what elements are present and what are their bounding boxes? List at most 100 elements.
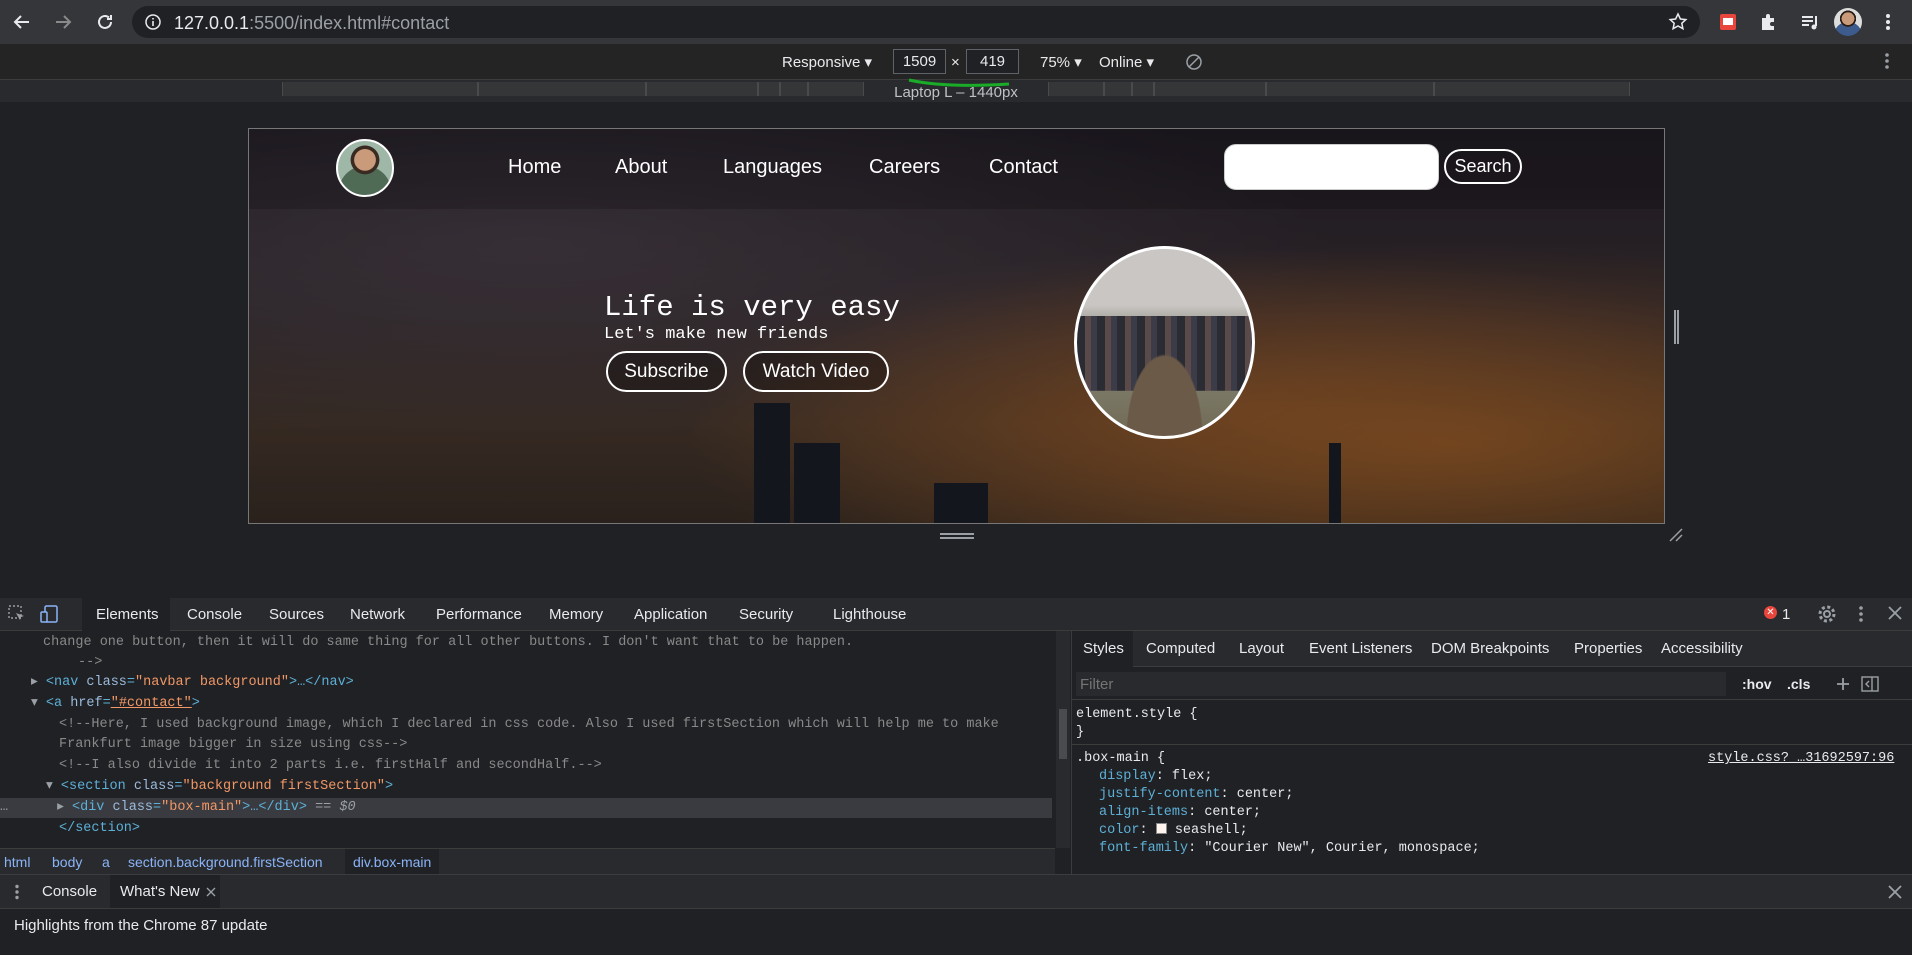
close-tab-icon[interactable] — [206, 884, 216, 902]
close-devtools-icon[interactable] — [1888, 606, 1902, 625]
tab-computed[interactable]: Computed — [1146, 640, 1215, 657]
tab-performance[interactable]: Performance — [436, 606, 522, 623]
reload-icon[interactable] — [91, 8, 119, 36]
chrome-menu-icon[interactable] — [1876, 10, 1900, 34]
viewport-height-handle[interactable] — [940, 533, 974, 539]
dom-comment-line: --> — [78, 655, 103, 670]
breadcrumb-a[interactable]: a — [102, 854, 110, 870]
subscribe-button[interactable]: Subscribe — [606, 351, 727, 392]
device-toolbar-menu-icon[interactable] — [1884, 52, 1890, 75]
dom-comment-line: <!--Here, I used background image, which… — [59, 717, 999, 732]
close-drawer-icon[interactable] — [1888, 885, 1902, 904]
error-icon[interactable]: ✕ — [1764, 606, 1777, 619]
dom-scrollbar[interactable] — [1056, 631, 1070, 848]
element-style-close: } — [1076, 725, 1085, 740]
new-style-rule-icon[interactable] — [1835, 676, 1851, 697]
rotate-icon[interactable] — [1185, 53, 1203, 76]
nav-careers[interactable]: Careers — [869, 156, 940, 179]
back-icon[interactable] — [8, 8, 36, 36]
styles-filter-bar: :hov .cls — [1072, 668, 1912, 700]
site-logo-avatar[interactable] — [336, 139, 394, 197]
devtools-tabbar: Elements Console Sources Network Perform… — [0, 598, 1912, 631]
dimension-separator: × — [951, 54, 960, 71]
tab-elements[interactable]: Elements — [96, 606, 159, 623]
info-icon[interactable] — [145, 14, 161, 35]
tab-event-listeners[interactable]: Event Listeners — [1309, 640, 1412, 657]
cls-toggle[interactable]: .cls — [1787, 676, 1810, 692]
hov-toggle[interactable]: :hov — [1742, 676, 1772, 692]
color-swatch[interactable] — [1155, 823, 1167, 834]
responsive-dropdown[interactable]: Responsive ▾ — [782, 53, 872, 71]
nav-home[interactable]: Home — [508, 156, 561, 179]
devtools-menu-icon[interactable] — [1858, 605, 1864, 628]
site-search-button[interactable]: Search — [1444, 149, 1522, 184]
css-declaration[interactable]: display: flex; — [1099, 769, 1212, 784]
error-count[interactable]: 1 — [1782, 606, 1790, 623]
tab-styles[interactable]: Styles — [1083, 640, 1124, 657]
tab-layout[interactable]: Layout — [1239, 640, 1284, 657]
css-declaration[interactable]: align-items: center; — [1099, 805, 1261, 820]
device-height-input[interactable]: 419 — [966, 49, 1019, 74]
drawer-tab-whats-new[interactable]: What's New — [120, 883, 200, 900]
nav-languages[interactable]: Languages — [723, 156, 822, 179]
breadcrumb-section[interactable]: section.background.firstSection — [128, 854, 323, 870]
extension-shield-icon[interactable] — [1716, 10, 1740, 34]
site-navbar: Home About Languages Careers Contact Sea… — [249, 129, 1664, 209]
tab-application[interactable]: Application — [634, 606, 707, 623]
breadcrumb-body[interactable]: body — [52, 854, 82, 870]
page-viewport: Home About Languages Careers Contact Sea… — [248, 128, 1665, 524]
tab-security[interactable]: Security — [739, 606, 793, 623]
breadcrumb-div[interactable]: div.box-main — [345, 849, 440, 875]
viewport-corner-resize-handle[interactable] — [1668, 527, 1684, 543]
annotation-underline — [908, 78, 1010, 87]
tab-sources[interactable]: Sources — [269, 606, 324, 623]
viewport-width-handle[interactable] — [1674, 310, 1679, 344]
device-width-input[interactable]: 1509 — [893, 49, 946, 74]
styles-pane: Styles Computed Layout Event Listeners D… — [1071, 631, 1912, 874]
styles-filter-input[interactable] — [1076, 672, 1726, 696]
nav-about[interactable]: About — [615, 156, 667, 179]
media-queue-icon[interactable] — [1798, 10, 1822, 34]
inspect-element-icon[interactable] — [8, 605, 26, 628]
extensions-puzzle-icon[interactable] — [1756, 10, 1780, 34]
whats-new-heading: Highlights from the Chrome 87 update — [14, 917, 268, 934]
dom-comment-line: Frankfurt image bigger in size using css… — [59, 737, 408, 752]
tab-dom-breakpoints[interactable]: DOM Breakpoints — [1431, 640, 1549, 657]
tab-accessibility[interactable]: Accessibility — [1661, 640, 1743, 657]
drawer-menu-icon[interactable] — [14, 884, 20, 905]
dom-node-section[interactable]: ▾ <section class="background firstSectio… — [46, 777, 1096, 797]
dom-node-div-selected[interactable]: … ▸ <div class="box-main">…</div> == $0 — [0, 798, 1050, 818]
tab-network[interactable]: Network — [350, 606, 405, 623]
tab-lighthouse[interactable]: Lighthouse — [833, 606, 906, 623]
breadcrumb-html[interactable]: html — [4, 854, 30, 870]
css-declaration[interactable]: font-family: "Courier New", Courier, mon… — [1099, 841, 1480, 856]
toggle-sidebar-icon[interactable] — [1861, 676, 1879, 697]
watch-video-button[interactable]: Watch Video — [743, 351, 889, 392]
dom-comment-line: change one button, then it will do same … — [43, 635, 854, 650]
device-toolbar-toggle-icon[interactable] — [40, 605, 58, 628]
forward-icon[interactable] — [49, 8, 77, 36]
box-main-selector[interactable]: .box-main { — [1076, 751, 1165, 766]
settings-gear-icon[interactable] — [1817, 604, 1837, 629]
dom-tree: change one button, then it will do same … — [0, 631, 1055, 841]
profile-avatar[interactable] — [1834, 8, 1862, 36]
dom-node-a[interactable]: ▾ <a href="#contact"> — [31, 694, 1081, 714]
tab-memory[interactable]: Memory — [549, 606, 603, 623]
tab-console[interactable]: Console — [187, 606, 242, 623]
tab-properties[interactable]: Properties — [1574, 640, 1642, 657]
throttling-dropdown[interactable]: Online ▾ — [1099, 53, 1154, 71]
css-declaration[interactable]: justify-content: center; — [1099, 787, 1293, 802]
css-declaration[interactable]: color: seashell; — [1099, 823, 1248, 838]
site-search-input[interactable] — [1224, 144, 1439, 190]
address-bar[interactable]: 127.0.0.1:5500/index.html#contact — [132, 6, 1700, 38]
drawer-tab-console[interactable]: Console — [42, 883, 97, 900]
dom-node-section-end[interactable]: </section> — [59, 819, 1109, 839]
bookmark-star-icon[interactable] — [1668, 12, 1688, 37]
dom-comment-line: <!--I also divide it into 2 parts i.e. f… — [59, 758, 602, 773]
dom-node-nav[interactable]: ▸ <nav class="navbar background">…</nav> — [31, 673, 1081, 693]
element-style-rule[interactable]: element.style { — [1076, 707, 1198, 722]
nav-contact[interactable]: Contact — [989, 156, 1058, 179]
zoom-dropdown[interactable]: 75% ▾ — [1040, 53, 1082, 71]
hero-title: Life is very easy — [604, 291, 900, 324]
style-source-link[interactable]: style.css?_…31692597:96 — [1708, 751, 1894, 766]
